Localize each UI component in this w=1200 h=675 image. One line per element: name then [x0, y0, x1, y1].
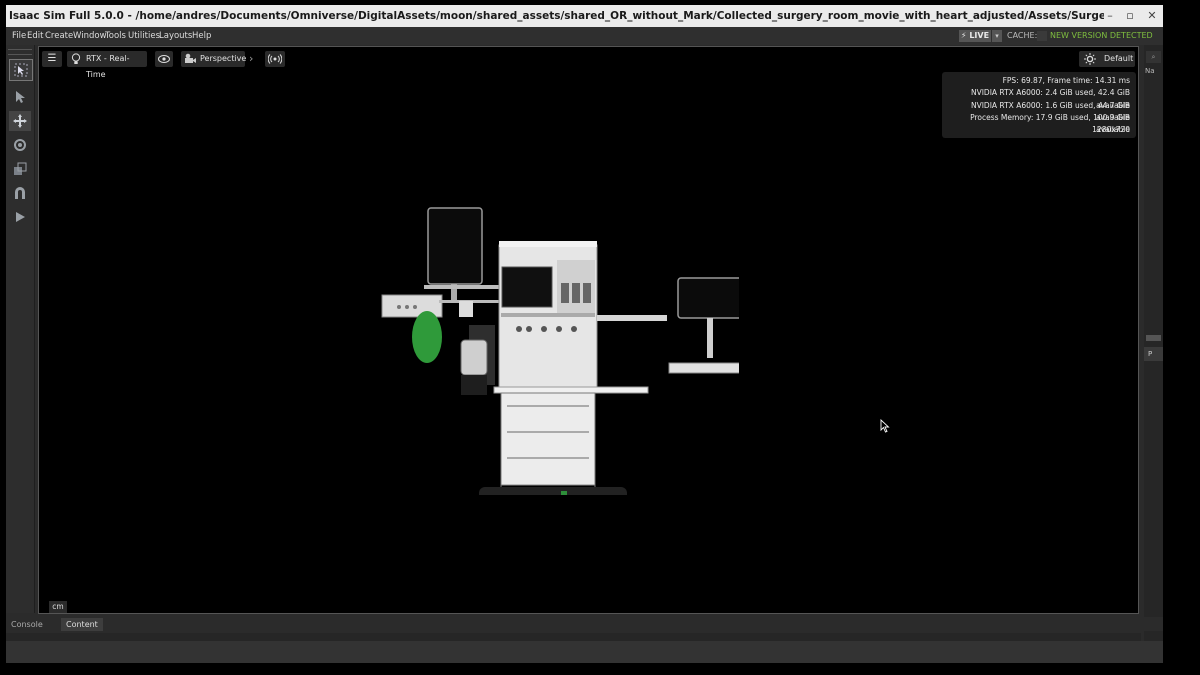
title-bar: Isaac Sim Full 5.0.0 - /home/andres/Docu… — [6, 5, 1163, 27]
units-label[interactable]: cm — [49, 601, 67, 613]
render-mode-button[interactable]: RTX - Real-Time — [67, 51, 147, 79]
camera-icon — [185, 53, 196, 63]
settings-icon: ☰ — [47, 53, 57, 64]
resolution-stat: 1280x720 — [1092, 125, 1130, 135]
toolbar-grip — [8, 49, 32, 55]
gpu2-stat: NVIDIA RTX A6000: 1.6 GiB used, 44.7 GiB… — [970, 100, 1130, 122]
snap-icon — [15, 187, 25, 199]
lighting-label: Default — [1104, 54, 1134, 63]
menu-tools[interactable]: Tools — [105, 27, 126, 45]
menu-help[interactable]: Help — [192, 27, 211, 45]
tab-content[interactable]: Content — [61, 618, 103, 631]
status-bar — [6, 641, 1163, 663]
new-version-notice[interactable]: NEW VERSION DETECTED — [1050, 27, 1153, 45]
app-window: Isaac Sim Full 5.0.0 - /home/andres/Docu… — [6, 5, 1163, 663]
minimize-button[interactable]: – — [1103, 9, 1117, 23]
toolbar-chevron-icon: › — [249, 52, 254, 65]
move-tool-button[interactable] — [9, 111, 31, 131]
fps-stat: FPS: 69.87, Frame time: 14.31 ms — [1002, 76, 1130, 85]
stats-overlay: FPS: 69.87, Frame time: 14.31 ms NVIDIA … — [942, 72, 1136, 138]
menu-bar: File Edit Create Window Tools Utilities … — [6, 27, 1163, 45]
render-mode-label: RTX - Real-Time — [86, 54, 130, 79]
cache-indicator — [1037, 31, 1047, 41]
live-label: LIVE — [969, 31, 990, 40]
gpu1-stat: NVIDIA RTX A6000: 2.4 GiB used, 42.4 GiB… — [970, 88, 1130, 110]
menu-layouts[interactable]: Layouts — [159, 27, 192, 45]
lighting-button[interactable]: Default — [1079, 51, 1135, 67]
scale-icon — [14, 162, 27, 175]
menu-window[interactable]: Window — [73, 27, 107, 45]
play-button[interactable] — [9, 207, 31, 227]
window-title: Isaac Sim Full 5.0.0 - /home/andres/Docu… — [9, 10, 1104, 22]
rotate-icon — [14, 139, 26, 151]
camera-button[interactable]: Perspective — [181, 51, 247, 67]
bottom-tab-bar: Console Content — [6, 617, 1163, 631]
cursor-icon — [16, 91, 25, 103]
close-button[interactable]: ✕ — [1145, 9, 1159, 23]
cache-label: CACHE: — [1007, 31, 1038, 40]
left-toolbar — [6, 45, 35, 613]
play-icon — [16, 212, 25, 222]
live-dropdown-button[interactable]: ▾ — [992, 30, 1002, 42]
move-icon — [13, 114, 27, 128]
live-button[interactable]: ⚡ LIVE — [959, 30, 991, 42]
panel-header-label: Na — [1145, 67, 1155, 75]
eye-icon — [158, 55, 170, 63]
visibility-button[interactable] — [155, 51, 173, 67]
property-panel-tab[interactable]: P — [1144, 347, 1163, 361]
scale-tool-button[interactable] — [9, 159, 31, 179]
snap-tool-button[interactable] — [9, 183, 31, 203]
anesthesia-machine-model[interactable] — [379, 205, 739, 495]
search-icon[interactable]: ⌕ — [1146, 51, 1161, 63]
select-icon — [14, 63, 28, 77]
select-mode-button[interactable] — [9, 59, 33, 81]
maximize-button[interactable]: ▫ — [1123, 9, 1137, 23]
broadcast-button[interactable] — [265, 51, 285, 67]
right-panel: ⌕ Na P — [1144, 45, 1163, 641]
panel-scrollbar[interactable] — [1146, 335, 1161, 341]
menu-file[interactable]: File — [12, 27, 26, 45]
broadcast-icon — [268, 54, 282, 64]
menu-utilities[interactable]: Utilities — [128, 27, 160, 45]
lightbulb-icon — [71, 53, 81, 64]
sun-icon — [1084, 53, 1096, 65]
tab-console[interactable]: Console — [6, 618, 48, 631]
process-memory-stat: Process Memory: 17.9 GiB used, 100.9 GiB… — [970, 112, 1130, 135]
camera-label: Perspective — [200, 54, 247, 63]
menu-create[interactable]: Create — [45, 27, 73, 45]
menu-edit[interactable]: Edit — [27, 27, 43, 45]
mouse-cursor-icon — [880, 419, 890, 433]
select-tool-button[interactable] — [9, 87, 31, 107]
rotate-tool-button[interactable] — [9, 135, 31, 155]
content-scrollbar[interactable] — [6, 633, 1141, 641]
viewport[interactable]: ☰ RTX - Real-Time Perspective › Default … — [38, 46, 1139, 614]
viewport-settings-button[interactable]: ☰ — [42, 51, 62, 67]
